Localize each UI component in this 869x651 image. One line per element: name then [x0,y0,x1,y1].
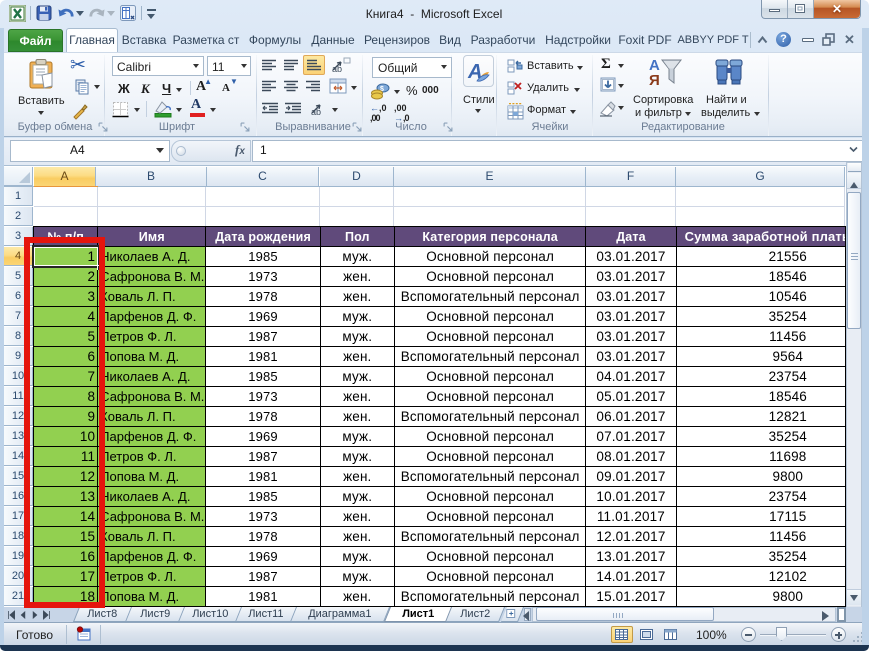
svg-text:ab: ab [332,64,342,74]
svg-text:Я: Я [649,72,660,88]
svg-text:ab: ab [311,107,321,117]
